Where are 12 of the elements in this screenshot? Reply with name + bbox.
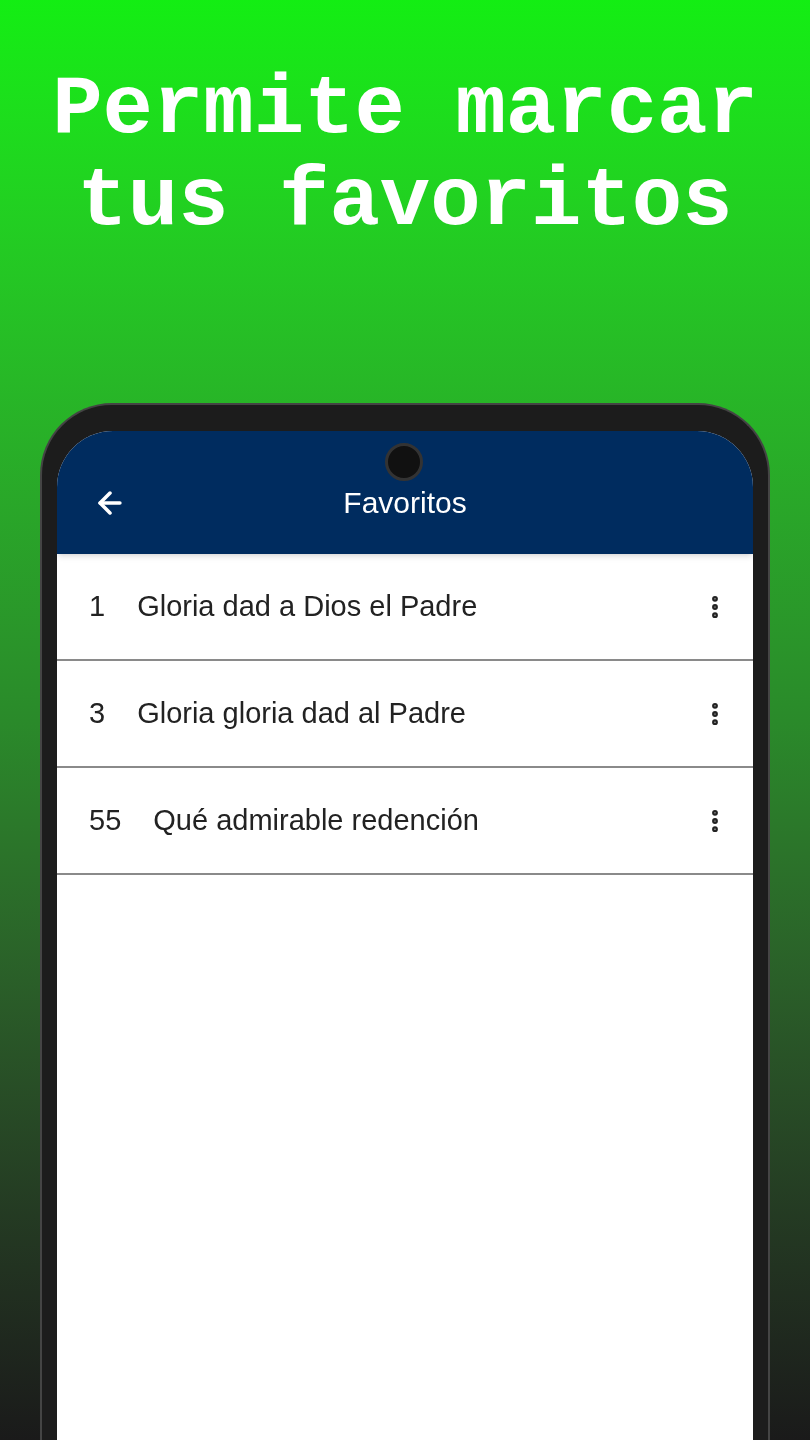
hymn-title: Gloria gloria dad al Padre: [137, 695, 467, 731]
hymn-title: Qué admirable redención: [153, 802, 480, 838]
hymn-number: 3: [89, 695, 106, 731]
hymn-number: 55: [89, 802, 122, 838]
headline: Permite marcar tus favoritos: [51, 64, 759, 248]
app-bar-title: Favoritos: [342, 485, 468, 521]
favorite-row[interactable]: 3 Gloria gloria dad al Padre: [57, 661, 753, 768]
favorite-row[interactable]: 55 Qué admirable redención: [57, 768, 753, 875]
hymn-title: Gloria dad a Dios el Padre: [137, 588, 479, 624]
favorite-row[interactable]: 1 Gloria dad a Dios el Padre: [57, 554, 753, 661]
hymn-number: 1: [89, 588, 106, 624]
camera-icon: [385, 443, 423, 481]
